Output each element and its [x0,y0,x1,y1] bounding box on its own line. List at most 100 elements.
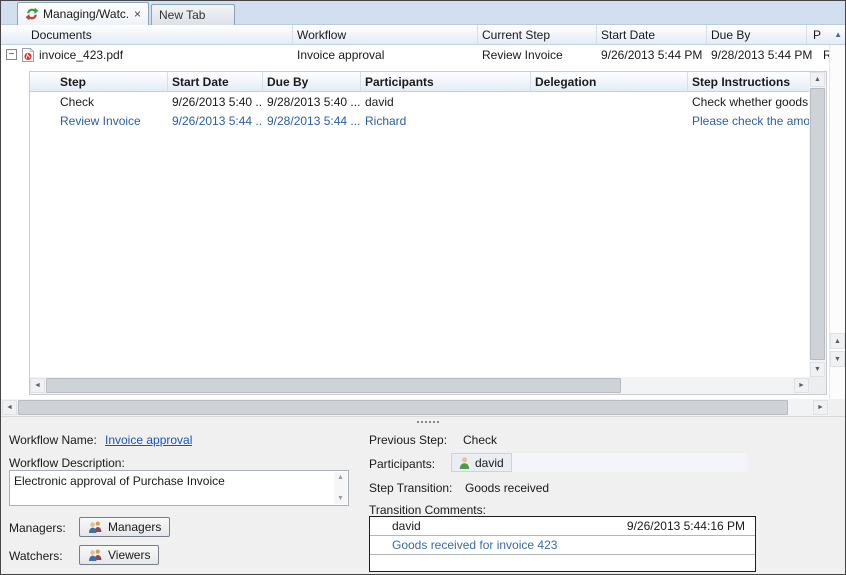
scroll-right-icon: ► [798,382,805,389]
description-scrollbar[interactable]: ▲ ▼ [334,472,347,504]
column-header-workflow[interactable]: Workflow [293,25,478,44]
scroll-down-icon[interactable]: ▼ [337,495,344,502]
step-instructions: Please check the amount [692,113,809,128]
scrollbar-thumb[interactable] [18,400,788,415]
application-window: Managing/Watc... × New Tab Documents Wor… [0,0,846,575]
step-due-by: 9/28/2013 5:44 ... [267,113,361,128]
panel-splitter[interactable] [1,416,845,426]
outer-vertical-scrollbar[interactable]: ▲ ▼ [829,45,845,399]
column-header-delegation[interactable]: Delegation [531,72,688,91]
tab-close-icon[interactable]: × [134,8,141,20]
workflow-description-box[interactable]: Electronic approval of Purchase Invoice … [9,470,349,506]
comment-text-row[interactable]: Goods received for invoice 423 [370,536,755,555]
scroll-right-button[interactable]: ► [794,378,809,393]
column-header-priority[interactable]: P ▲ [807,25,845,44]
managers-button[interactable]: Managers [79,517,171,537]
minus-icon: − [8,48,15,60]
column-header-step-instructions[interactable]: Step Instructions [688,72,809,91]
document-start-date: 9/26/2013 5:44 PM [601,48,703,62]
steps-horizontal-scrollbar[interactable]: ◄ ► [30,377,809,394]
scroll-up-button[interactable]: ▲ [830,333,845,349]
column-header-documents[interactable]: Documents [1,25,293,44]
scroll-down-button[interactable]: ▼ [810,362,825,377]
managers-label: Managers: [9,521,66,535]
scroll-up-icon: ▲ [834,337,841,345]
column-label: Start Date [601,27,656,42]
comment-timestamp: 9/26/2013 5:44:16 PM [626,519,745,533]
document-due-by: 9/28/2013 5:44 PM [711,48,813,62]
column-label: Start Date [172,74,229,89]
column-label: Due By [267,74,309,89]
step-transition-value: Goods received [465,481,550,495]
step-row[interactable]: Check 9/26/2013 5:40 ... 9/28/2013 5:40 … [30,92,809,111]
step-participants: Richard [365,113,407,128]
workflow-details-panel: Workflow Name: Invoice approval Workflow… [1,426,845,574]
scrollbar-corner [809,377,826,394]
column-label: Step [60,74,87,89]
steps-vertical-scrollbar[interactable]: ▲ ▼ [809,72,826,377]
column-header-current-step[interactable]: Current Step [478,25,597,44]
scrollbar-corner [829,399,845,416]
scroll-left-icon: ◄ [34,382,41,389]
previous-step-value: Check [463,433,498,447]
splitter-grip[interactable] [417,421,439,423]
column-label: P [813,27,822,42]
tab-bar: Managing/Watc... × New Tab [1,1,845,25]
sort-ascending-icon: ▲ [834,30,842,39]
column-label: Current Step [482,27,551,42]
column-label: Participants [365,74,434,89]
documents-grid-header: Documents Workflow Current Step Start Da… [1,25,845,45]
step-name: Check [60,94,95,109]
scrollbar-thumb[interactable] [46,378,621,393]
scroll-down-icon: ▼ [814,366,821,373]
document-name: invoice_423.pdf [39,48,124,62]
watchers-button[interactable]: Viewers [79,545,160,565]
column-label: Due By [711,27,751,42]
column-header-due-by[interactable]: Due By [707,25,807,44]
participant-chip[interactable]: david [451,453,512,472]
scroll-left-icon: ◄ [6,404,13,411]
workflow-name-link[interactable]: Invoice approval [105,433,192,447]
scroll-left-button[interactable]: ◄ [30,378,45,393]
people-icon [88,521,103,533]
outer-horizontal-scrollbar[interactable]: ◄ ► [1,399,829,416]
scroll-left-button[interactable]: ◄ [2,400,17,415]
tab-managing-watching[interactable]: Managing/Watc... × [17,2,149,25]
scroll-right-button[interactable]: ► [813,400,828,415]
step-delegation [531,92,688,111]
participant-name: david [475,455,504,470]
comment-author: david [392,519,421,533]
comment-empty-row [370,555,755,571]
document-row[interactable]: − invoice_423.pdf Invoice approval Revie… [1,45,845,64]
scroll-right-icon: ► [817,404,824,411]
column-header-participants[interactable]: Participants [361,72,531,91]
tab-label: New Tab [159,8,206,22]
document-current-step: Review Invoice [482,48,563,62]
comment-header-row[interactable]: david 9/26/2013 5:44:16 PM [370,517,755,536]
column-header-step[interactable]: Step [30,72,168,91]
scroll-down-button[interactable]: ▼ [830,351,845,367]
step-transition-label: Step Transition: [369,481,453,495]
transition-comments-box: david 9/26/2013 5:44:16 PM Goods receive… [369,516,756,572]
step-name: Review Invoice [60,113,141,128]
step-start-date: 9/26/2013 5:44 ... [172,113,263,128]
watchers-button-label: Viewers [108,548,151,562]
column-header-start-date[interactable]: Start Date [597,25,707,44]
collapse-row-button[interactable]: − [6,49,17,60]
column-label: Workflow [297,27,347,42]
scroll-up-icon[interactable]: ▲ [337,474,344,481]
step-due-by: 9/28/2013 5:40 ... [267,94,361,109]
column-label: Delegation [535,74,597,89]
person-icon [459,456,470,469]
watchers-label: Watchers: [9,549,63,563]
step-row[interactable]: Review Invoice 9/26/2013 5:44 ... 9/28/2… [30,111,809,130]
tab-new-tab[interactable]: New Tab [151,4,235,25]
scrollbar-thumb[interactable] [810,88,825,360]
pdf-file-icon [22,48,34,62]
transition-comments-label: Transition Comments: [369,503,486,517]
scroll-up-button[interactable]: ▲ [810,72,825,87]
column-label: Documents [31,27,92,42]
scroll-down-icon: ▼ [834,355,841,363]
column-header-step-start-date[interactable]: Start Date [168,72,263,91]
column-header-step-due-by[interactable]: Due By [263,72,361,91]
